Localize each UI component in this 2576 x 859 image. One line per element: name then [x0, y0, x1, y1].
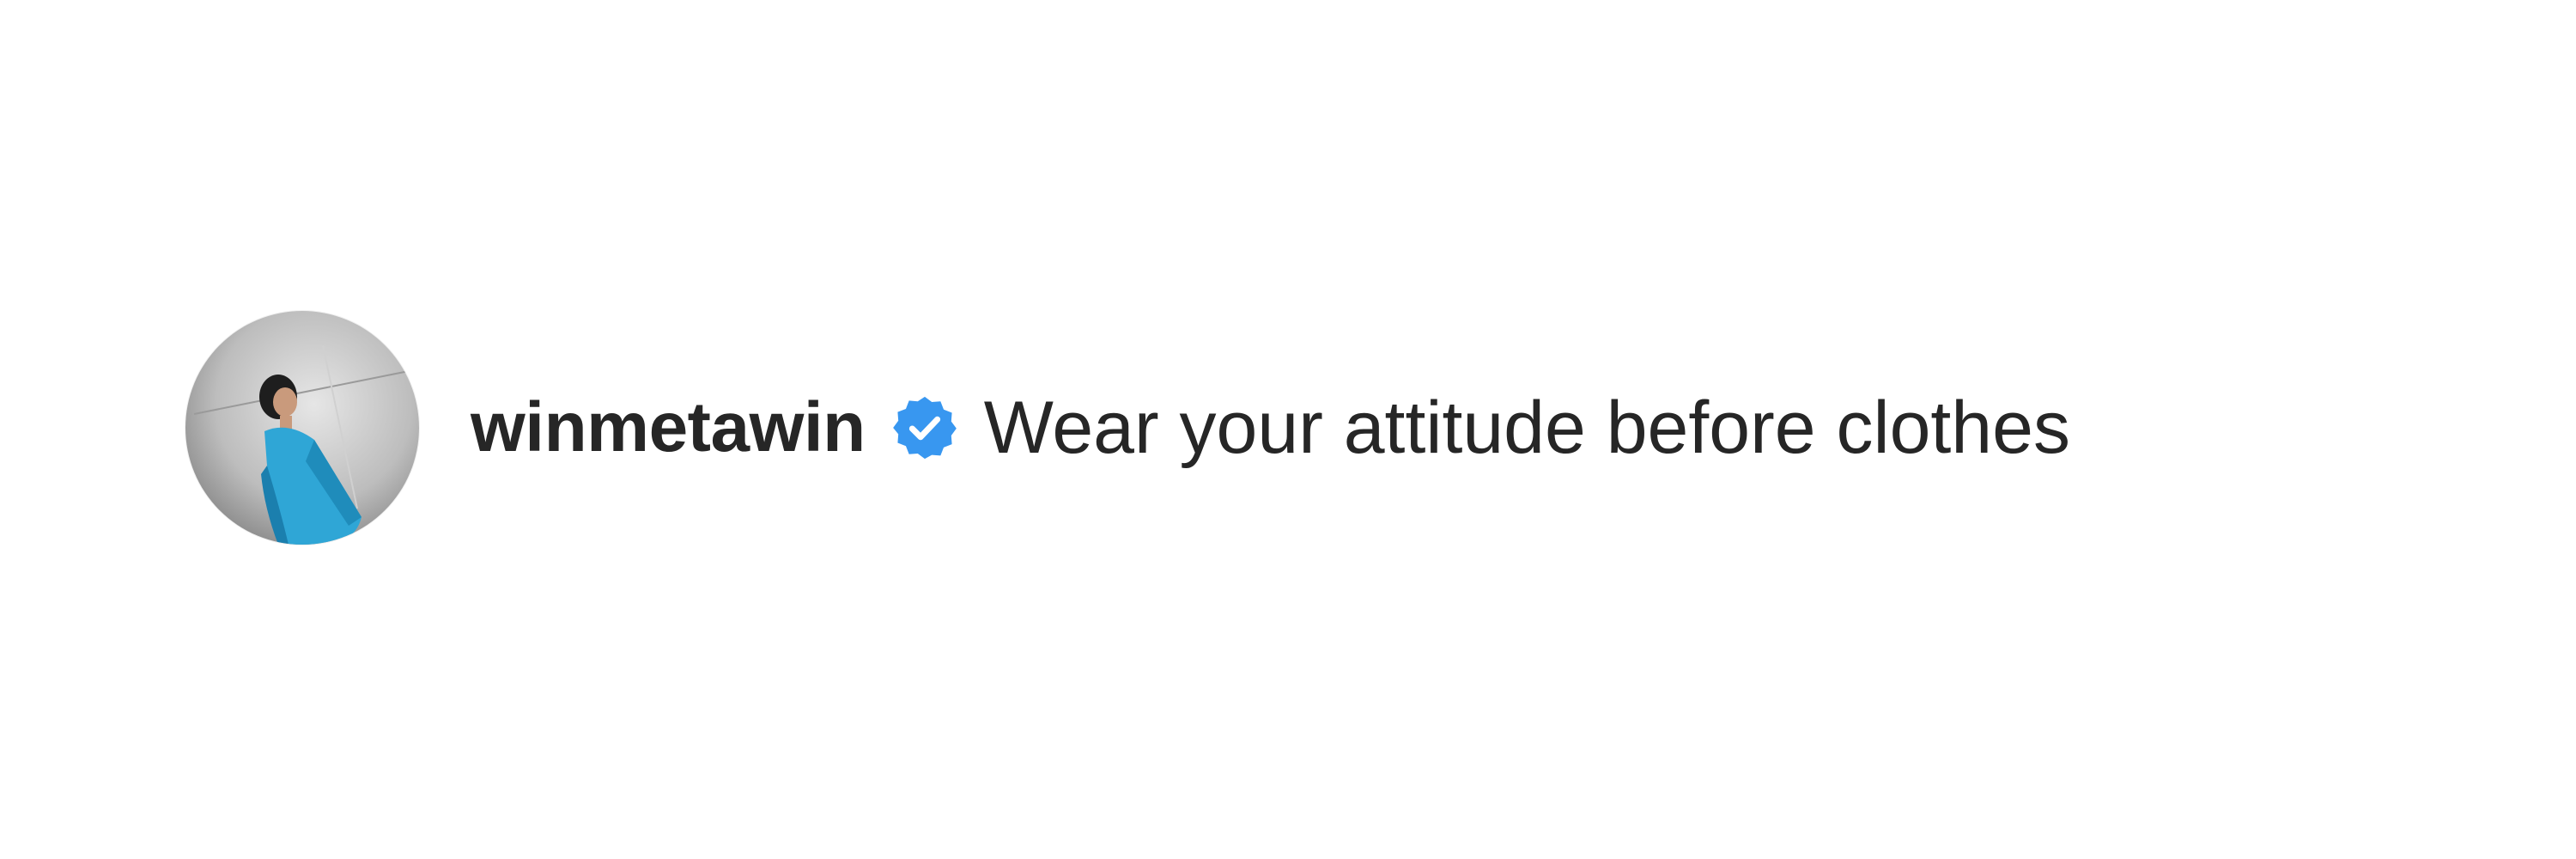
post-caption-row: winmetawin Wear your attitude before clo…	[185, 311, 2070, 545]
post-caption-text: Wear your attitude before clothes	[983, 386, 2070, 469]
profile-photo-icon	[185, 311, 419, 545]
verified-badge-icon	[891, 394, 958, 461]
username[interactable]: winmetawin	[471, 387, 866, 468]
avatar[interactable]	[185, 311, 419, 545]
